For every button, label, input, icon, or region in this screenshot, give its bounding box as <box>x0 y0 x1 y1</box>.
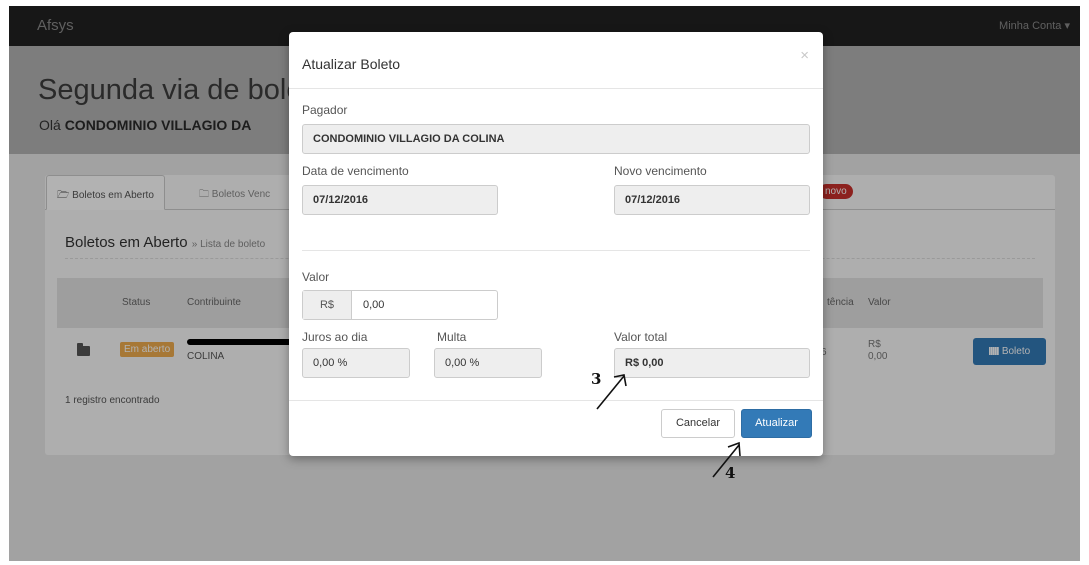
juros-label: Juros ao dia <box>302 330 368 344</box>
data-vencimento-field: 07/12/2016 <box>302 185 498 215</box>
close-icon[interactable]: × <box>800 47 809 64</box>
valor-input-group: R$ <box>302 290 498 320</box>
browser-viewport: Afsys Minha Conta ▾ Segunda via de bole … <box>9 6 1080 561</box>
novo-vencimento-field[interactable]: 07/12/2016 <box>614 185 810 215</box>
valor-input[interactable] <box>353 291 497 319</box>
cancel-button[interactable]: Cancelar <box>661 409 735 438</box>
modal-footer-divider <box>289 400 823 401</box>
atualizar-boleto-modal: Atualizar Boleto × Pagador CONDOMINIO VI… <box>289 32 823 456</box>
annotation-arrow-3-icon <box>596 374 627 410</box>
annotation-arrow-4-icon <box>712 441 741 478</box>
modal-header-divider <box>289 88 823 89</box>
pagador-field: CONDOMINIO VILLAGIO DA COLINA <box>302 124 810 154</box>
multa-label: Multa <box>437 330 467 344</box>
novo-vencimento-label: Novo vencimento <box>614 164 707 178</box>
currency-addon: R$ <box>303 291 352 319</box>
pagador-label: Pagador <box>302 103 348 117</box>
valor-total-field: R$ 0,00 <box>614 348 810 378</box>
valor-total-label: Valor total <box>614 330 668 344</box>
form-divider <box>302 250 810 251</box>
multa-field: 0,00 % <box>434 348 542 378</box>
valor-label: Valor <box>302 270 330 284</box>
update-button[interactable]: Atualizar <box>741 409 812 438</box>
data-vencimento-label: Data de vencimento <box>302 164 409 178</box>
juros-field: 0,00 % <box>302 348 410 378</box>
modal-title: Atualizar Boleto <box>302 56 401 72</box>
